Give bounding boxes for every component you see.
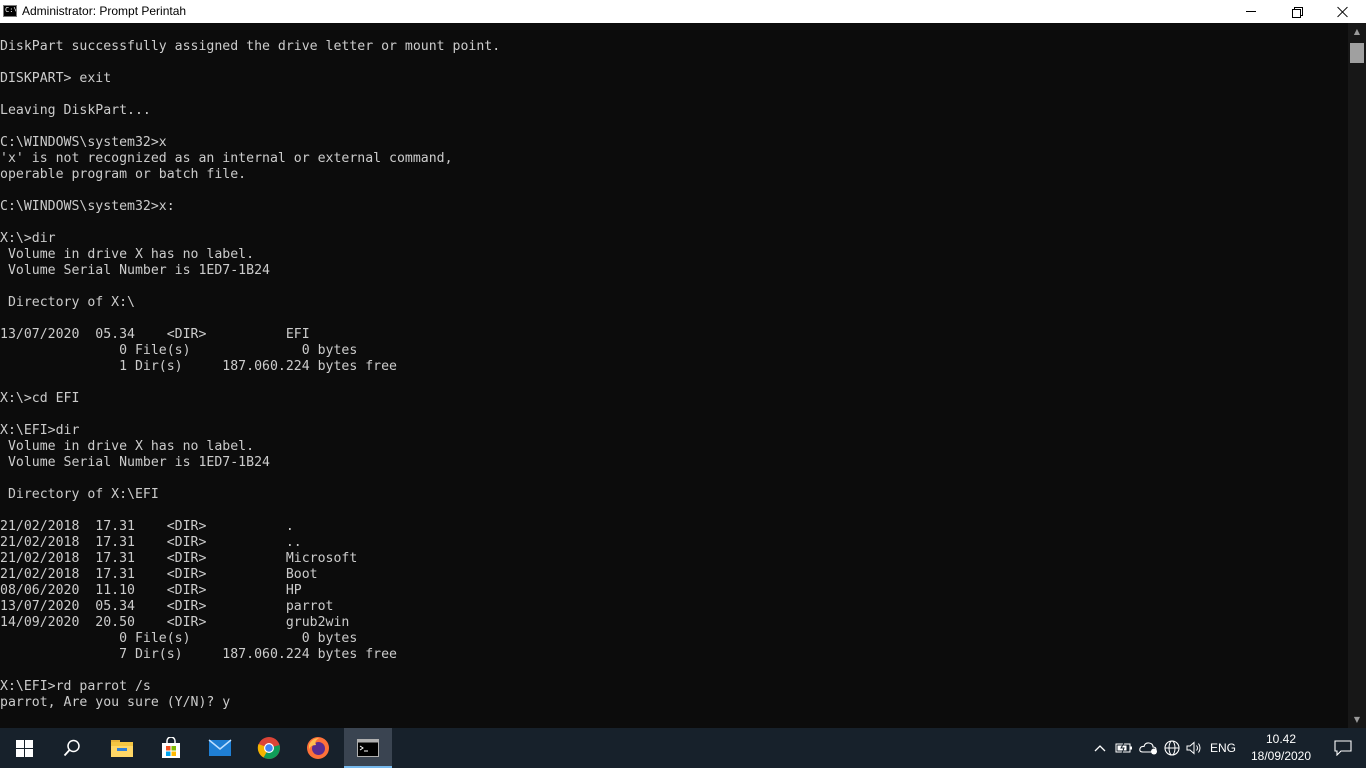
- notification-icon: [1334, 740, 1352, 756]
- command-prompt-taskbar-button[interactable]: [344, 728, 392, 768]
- taskbar: ENG 10.42 18/09/2020: [0, 728, 1366, 768]
- console-line: 'x' is not recognized as an internal or …: [0, 151, 453, 166]
- mail-button[interactable]: [196, 728, 244, 768]
- console-line: Directory of X:\: [0, 295, 135, 310]
- action-center-button[interactable]: [1320, 728, 1366, 768]
- title-bar[interactable]: C:\ Administrator: Prompt Perintah: [0, 0, 1366, 23]
- speaker-icon: [1186, 741, 1201, 755]
- console-line: 14/09/2020 20.50 <DIR> grub2win: [0, 615, 350, 630]
- restore-icon: [1292, 6, 1303, 18]
- chrome-button[interactable]: [245, 728, 293, 768]
- clock-time: 10.42: [1265, 732, 1297, 746]
- mail-icon: [208, 739, 232, 756]
- command-prompt-icon: [357, 739, 379, 757]
- console-line: 21/02/2018 17.31 <DIR> .: [0, 519, 294, 534]
- search-button[interactable]: [48, 728, 96, 768]
- volume-button[interactable]: [1184, 728, 1204, 768]
- console-line: Volume in drive X has no label.: [0, 247, 255, 262]
- console-line: X:\>dir: [0, 231, 56, 246]
- console-line: parrot, Are you sure (Y/N)? y: [0, 695, 231, 710]
- start-button[interactable]: [0, 728, 48, 768]
- globe-network-icon: [1164, 740, 1180, 756]
- scroll-thumb[interactable]: [1350, 43, 1364, 63]
- system-tray: ENG 10.42 18/09/2020: [1086, 728, 1366, 768]
- command-prompt-window: C:\ Administrator: Prompt Perintah DiskP…: [0, 0, 1366, 728]
- microsoft-store-button[interactable]: [147, 728, 195, 768]
- battery-charging-icon: [1115, 742, 1132, 754]
- console-line: 21/02/2018 17.31 <DIR> Boot: [0, 567, 318, 582]
- file-explorer-icon: [111, 740, 133, 757]
- cloud-sync-icon: [1139, 742, 1157, 755]
- console-line: 21/02/2018 17.31 <DIR> ..: [0, 535, 302, 550]
- console-line: DISKPART> exit: [0, 71, 112, 86]
- show-hidden-icons-button[interactable]: [1090, 728, 1110, 768]
- clock-date: 18/09/2020: [1250, 749, 1312, 763]
- console-line: 13/07/2020 05.34 <DIR> EFI: [0, 327, 310, 342]
- minimize-icon: [1246, 11, 1256, 12]
- windows-logo-icon: [15, 739, 33, 757]
- file-explorer-button[interactable]: [98, 728, 146, 768]
- console-line: Directory of X:\EFI: [0, 487, 159, 502]
- chevron-up-icon: [1094, 745, 1106, 752]
- console-line: operable program or batch file.: [0, 167, 247, 182]
- store-icon: [162, 737, 180, 758]
- console-line: C:\WINDOWS\system32>x: [0, 135, 167, 150]
- console-line: 13/07/2020 05.34 <DIR> parrot: [0, 599, 334, 614]
- clock[interactable]: 10.42 18/09/2020: [1246, 728, 1316, 768]
- console-line: DiskPart successfully assigned the drive…: [0, 39, 501, 54]
- vertical-scrollbar[interactable]: ▲ ▼: [1348, 23, 1366, 728]
- restore-button[interactable]: [1274, 0, 1320, 23]
- firefox-button[interactable]: [294, 728, 342, 768]
- console-line: 0 File(s) 0 bytes: [0, 343, 358, 358]
- console-line: X:\EFI>dir: [0, 423, 80, 438]
- console-line: 21/02/2018 17.31 <DIR> Microsoft: [0, 551, 358, 566]
- console-line: 7 Dir(s) 187.060.224 bytes free: [0, 647, 397, 662]
- cmd-app-icon[interactable]: C:\: [3, 5, 17, 17]
- console-line: Volume in drive X has no label.: [0, 439, 255, 454]
- console-output[interactable]: DiskPart successfully assigned the drive…: [0, 23, 1348, 728]
- console-line: 08/06/2020 11.10 <DIR> HP: [0, 583, 302, 598]
- console-line: 1 Dir(s) 187.060.224 bytes free: [0, 359, 397, 374]
- close-icon: [1337, 6, 1349, 18]
- input-language-indicator[interactable]: ENG: [1208, 728, 1238, 768]
- power-status-button[interactable]: [1114, 728, 1134, 768]
- scroll-down-arrow-icon[interactable]: ▼: [1348, 711, 1366, 728]
- firefox-icon: [307, 737, 329, 759]
- console-line: Volume Serial Number is 1ED7-1B24: [0, 263, 270, 278]
- close-button[interactable]: [1320, 0, 1366, 23]
- console-line: C:\WINDOWS\system32>x:: [0, 199, 175, 214]
- scroll-up-arrow-icon[interactable]: ▲: [1348, 23, 1366, 40]
- search-icon: [63, 739, 80, 757]
- console-line: Volume Serial Number is 1ED7-1B24: [0, 455, 270, 470]
- minimize-button[interactable]: [1228, 0, 1274, 23]
- console-line: X:\EFI>rd parrot /s: [0, 679, 151, 694]
- chrome-icon: [257, 737, 280, 759]
- onedrive-button[interactable]: [1138, 728, 1160, 768]
- network-button[interactable]: [1162, 728, 1182, 768]
- console-line: X:\>cd EFI: [0, 391, 80, 406]
- console-text: DiskPart successfully assigned the drive…: [0, 39, 500, 711]
- console-line: 0 File(s) 0 bytes: [0, 631, 358, 646]
- window-title: Administrator: Prompt Perintah: [22, 4, 187, 18]
- console-line: Leaving DiskPart...: [0, 103, 151, 118]
